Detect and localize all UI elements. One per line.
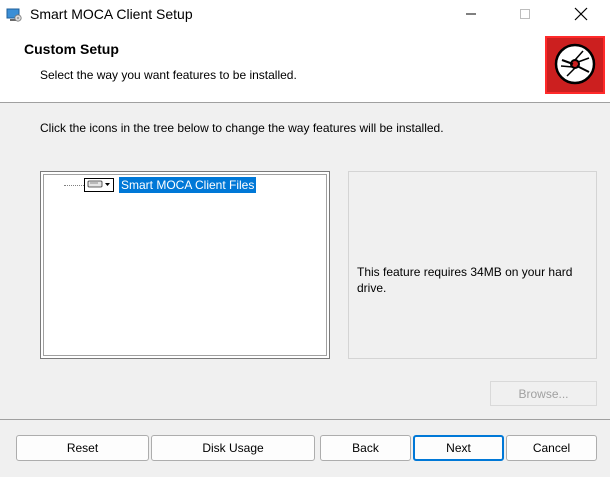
window-title: Smart MOCA Client Setup	[30, 6, 193, 22]
page-title: Custom Setup	[24, 41, 119, 57]
next-button[interactable]: Next	[413, 435, 504, 461]
feature-install-dropdown[interactable]	[84, 178, 114, 192]
disc-icon	[553, 42, 597, 89]
close-icon	[574, 7, 588, 24]
feature-description-text: This feature requires 34MB on your hard …	[357, 265, 573, 295]
drive-icon	[87, 178, 111, 192]
setup-logo	[545, 36, 605, 94]
feature-tree[interactable]: Smart MOCA Client Files	[40, 171, 330, 359]
disk-usage-button[interactable]: Disk Usage	[151, 435, 315, 461]
title-bar: Smart MOCA Client Setup	[0, 0, 610, 30]
reset-button[interactable]: Reset	[16, 435, 149, 461]
feature-description-panel: This feature requires 34MB on your hard …	[348, 171, 597, 359]
back-button[interactable]: Back	[320, 435, 411, 461]
footer-separator	[0, 419, 610, 420]
cancel-button[interactable]: Cancel	[506, 435, 597, 461]
page-subtitle: Select the way you want features to be i…	[40, 68, 297, 82]
browse-button[interactable]: Browse...	[490, 381, 597, 406]
maximize-button[interactable]	[502, 0, 548, 30]
tree-connector	[64, 185, 84, 186]
maximize-icon	[519, 8, 531, 23]
feature-tree-inner: Smart MOCA Client Files	[43, 174, 327, 356]
minimize-button[interactable]	[448, 0, 494, 30]
close-button[interactable]	[558, 0, 604, 30]
minimize-icon	[465, 8, 477, 23]
page-header: Custom Setup Select the way you want fea…	[0, 30, 610, 103]
installer-app-icon	[6, 7, 22, 23]
tree-item-smart-moca-client-files[interactable]: Smart MOCA Client Files	[119, 177, 257, 193]
instruction-text: Click the icons in the tree below to cha…	[40, 121, 444, 135]
